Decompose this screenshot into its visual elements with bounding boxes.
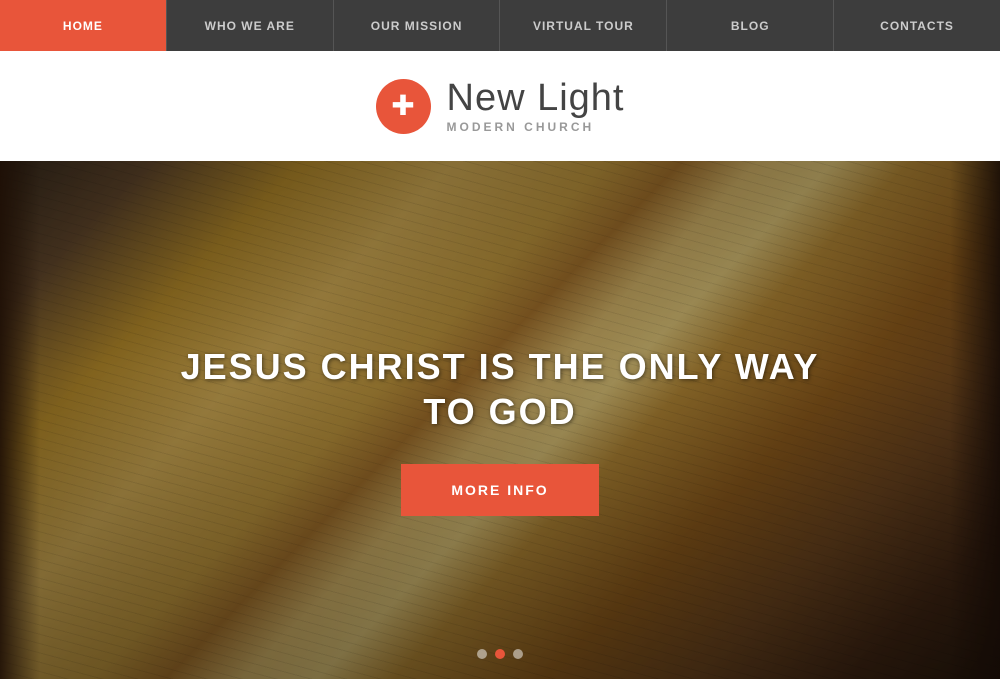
nav-item-virtual-tour[interactable]: VIRTUAL TOUR [500,0,667,51]
logo-subtitle: MODERN CHURCH [447,120,625,134]
logo-icon: ✚ [376,79,431,134]
nav-item-who-we-are[interactable]: WHO WE ARE [167,0,334,51]
hero-left-overlay [0,161,40,679]
hero-right-overlay [950,161,1000,679]
slider-dot-1[interactable] [477,649,487,659]
logo-title: New Light [447,78,625,120]
nav-item-our-mission[interactable]: OUR MISSION [334,0,501,51]
nav-item-blog[interactable]: BLOG [667,0,834,51]
slider-dot-3[interactable] [513,649,523,659]
site-header: ✚ New Light MODERN CHURCH [0,51,1000,161]
cross-icon: ✚ [391,92,414,120]
slider-dots [477,649,523,659]
hero-section: JESUS CHRIST IS THE ONLY WAY TO GOD MORE… [0,161,1000,679]
navigation: HOMEWHO WE AREOUR MISSIONVIRTUAL TOURBLO… [0,0,1000,51]
hero-title: JESUS CHRIST IS THE ONLY WAY TO GOD [150,344,850,434]
hero-content: JESUS CHRIST IS THE ONLY WAY TO GOD MORE… [150,344,850,516]
more-info-button[interactable]: MORE INFO [401,464,598,516]
nav-item-contacts[interactable]: CONTACTS [834,0,1000,51]
slider-dot-2[interactable] [495,649,505,659]
nav-item-home[interactable]: HOME [0,0,167,51]
logo-text: New Light MODERN CHURCH [447,78,625,134]
